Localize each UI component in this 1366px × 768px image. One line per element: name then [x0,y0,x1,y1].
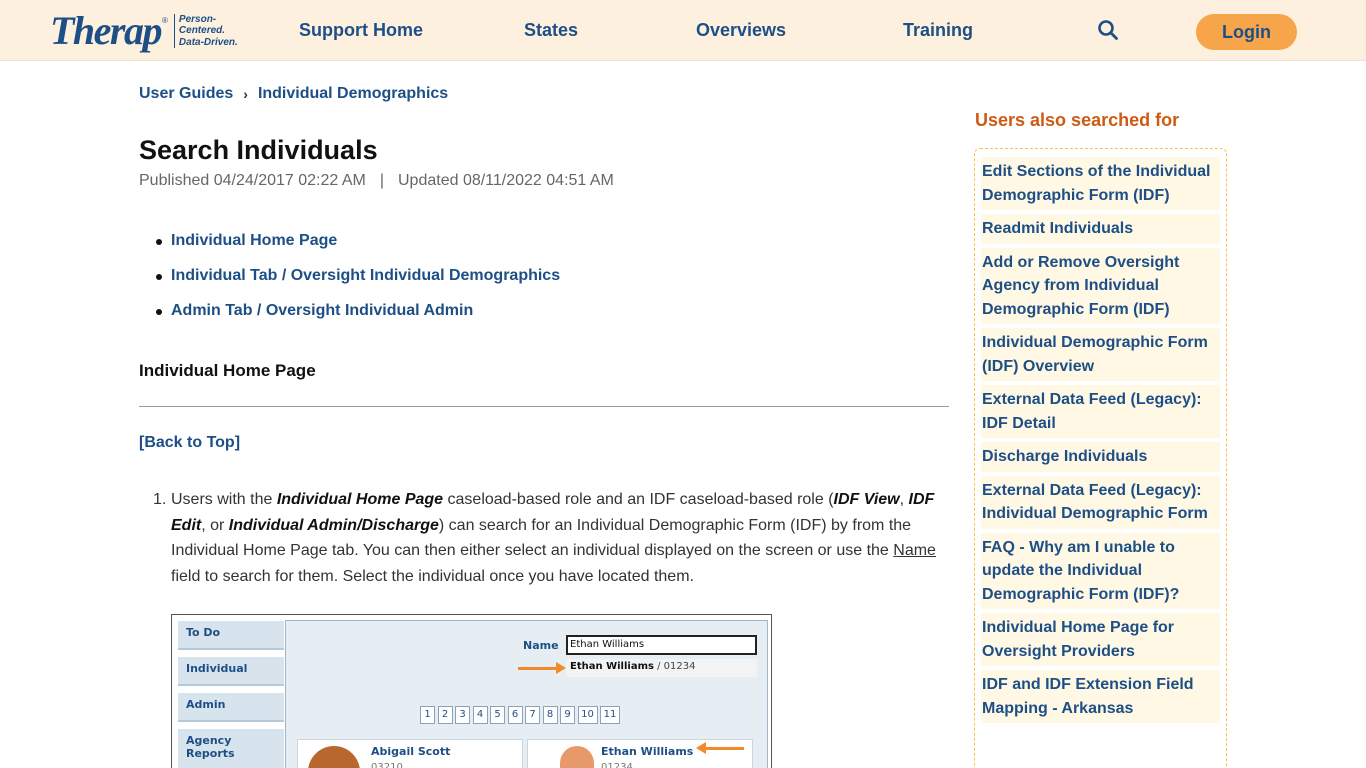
search-icon[interactable] [1097,19,1121,43]
step-1: 1. Users with the Individual Home Page c… [153,487,943,590]
related-link[interactable]: External Data Feed (Legacy): Individual … [981,475,1220,529]
instruction-screenshot: To Do Individual Admin Agency Reports Na… [171,614,772,768]
nav-states[interactable]: States [524,20,578,41]
table-of-contents: Individual Home Page Individual Tab / Ov… [155,232,560,337]
suggestion-name: Ethan Williams [570,661,654,672]
name-field-reference: Name [893,542,936,560]
arrow-left-icon [696,742,744,754]
screenshot-tab-individual: Individual [178,657,284,686]
nav-training[interactable]: Training [903,20,973,41]
page-number: 6 [507,706,523,724]
arrow-right-icon [518,662,566,674]
screenshot-suggestion: Ethan Williams / 01234 [566,659,757,677]
toc-link-individual-home-page[interactable]: Individual Home Page [171,232,337,249]
article-meta: Published 04/24/2017 02:22 AM | Updated 08… [139,172,614,190]
step-text-part: , or [201,516,229,534]
screenshot-main-panel: Name Ethan Williams Ethan Williams / 012… [285,620,768,768]
screenshot-sidebar: To Do Individual Admin Agency Reports [178,621,284,768]
card-name: Abigail Scott [371,745,451,758]
login-button[interactable]: Login [1196,14,1297,50]
top-navigation-bar: Therap ® Person-Centered. Data-Driven. S… [0,0,1366,61]
related-link[interactable]: FAQ - Why am I unable to update the Indi… [981,532,1220,609]
logo-wordmark: Therap [50,8,163,53]
page-number: 3 [455,706,470,724]
step-text-part: , [899,491,909,508]
role-idf-view: IDF View [833,491,900,508]
breadcrumb-individual-demographics[interactable]: Individual Demographics [258,85,448,103]
card-id: 01234 [601,762,633,768]
related-link[interactable]: Readmit Individuals [981,214,1220,244]
step-text-part: field to search for them. Select the ind… [171,568,694,586]
screenshot-tab-admin: Admin [178,693,284,722]
page-number: 2 [437,706,453,724]
screenshot-individual-card: Ethan Williams 01234 [527,739,753,768]
logo-registered-mark: ® [162,16,168,25]
published-date: Published 04/24/2017 02:22 AM [139,172,366,189]
suggestion-id: / 01234 [653,661,696,672]
step-number: 1. [153,491,167,508]
role-individual-admin-discharge: Individual Admin/Discharge [228,516,439,534]
section-heading: Individual Home Page [139,361,316,380]
toc-link-admin-tab[interactable]: Admin Tab / Oversight Individual Admin [171,302,473,319]
page-title: Search Individuals [139,135,378,165]
related-link[interactable]: Edit Sections of the Individual Demograp… [981,157,1220,210]
page-number: 5 [490,706,505,724]
screenshot-tab-agency-reports: Agency Reports [178,729,284,768]
related-link[interactable]: Individual Home Page for Oversight Provi… [981,613,1220,666]
related-link[interactable]: Add or Remove Oversight Agency from Indi… [981,247,1220,324]
toc-item: Admin Tab / Oversight Individual Admin [155,302,560,337]
step-text-part: Users with the [171,491,277,508]
nav-overviews[interactable]: Overviews [696,20,786,41]
toc-item: Individual Home Page [155,232,560,267]
toc-item: Individual Tab / Oversight Individual De… [155,267,560,302]
breadcrumb: User Guides › Individual Demographics [139,85,448,103]
page-number: 10 [577,706,598,724]
screenshot-individual-card: Abigail Scott 03210 [297,739,523,768]
role-individual-home-page: Individual Home Page [276,491,444,508]
page-number: 7 [525,706,540,724]
toc-link-individual-tab[interactable]: Individual Tab / Oversight Individual De… [171,267,560,284]
nav-support-home[interactable]: Support Home [299,20,423,41]
card-id: 03210 [371,762,403,768]
logo-tagline: Person-Centered. Data-Driven. [173,13,250,49]
related-link[interactable]: IDF and IDF Extension Field Mapping - Ar… [981,670,1220,723]
card-name: Ethan Williams [601,745,694,758]
breadcrumb-user-guides[interactable]: User Guides [139,85,233,103]
related-link[interactable]: External Data Feed (Legacy): IDF Detail [981,385,1220,438]
avatar [560,746,594,768]
also-searched-title: Users also searched for [975,110,1180,130]
tagline-line-2: Data-Driven. [178,36,238,48]
step-text: Users with the Individual Home Page case… [171,487,943,590]
meta-separator: | [379,172,384,189]
also-searched-list: Edit Sections of the Individual Demograp… [974,148,1227,768]
avatar [308,746,360,768]
page-number: 1 [420,706,435,724]
screenshot-name-input: Ethan Williams [566,635,757,655]
updated-date: Updated 08/11/2022 04:51 AM [398,172,614,189]
page-number: 8 [542,706,558,724]
step-text-part: caseload-based role and an IDF caseload-… [443,491,834,508]
screenshot-pager: 1 2 3 4 5 6 7 8 9 10 11 [420,706,620,724]
screenshot-tab-to-do: To Do [178,621,284,650]
section-divider [139,406,949,407]
related-link[interactable]: Discharge Individuals [981,442,1220,472]
tagline-line-1: Person-Centered. [178,13,226,37]
chevron-right-icon: › [243,86,248,102]
related-link[interactable]: Individual Demographic Form (IDF) Overvi… [981,328,1220,381]
page-number: 11 [600,706,620,724]
screenshot-name-label: Name [523,639,559,652]
therap-logo[interactable]: Therap ® Person-Centered. Data-Driven. [50,10,250,52]
back-to-top-link[interactable]: [Back to Top] [139,434,240,452]
page-number: 4 [472,706,488,724]
page-number: 9 [560,706,575,724]
